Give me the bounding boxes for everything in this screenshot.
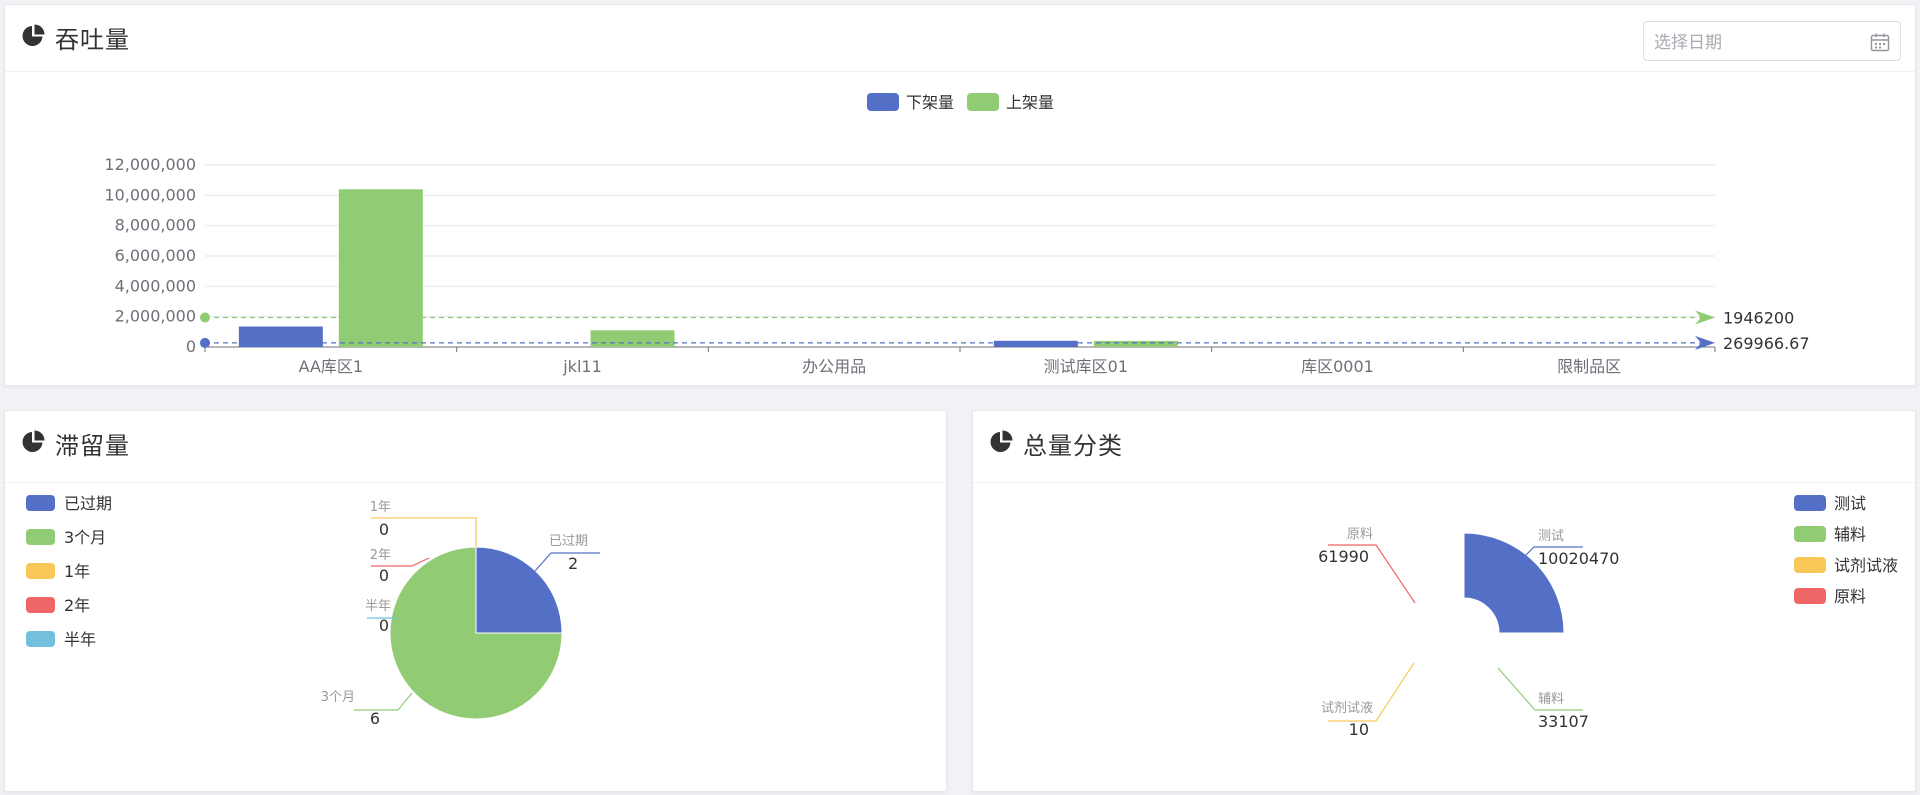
legend-swatch-试剂试液 — [1794, 557, 1826, 573]
legend-swatch-辅料 — [1794, 526, 1826, 542]
retention-pie-chart: 已过期3个月1年2年半年已过期23个月61年02年0半年0 — [26, 494, 600, 728]
slice-value-1年: 0 — [379, 520, 389, 539]
throughput-card: 吞吐量 下架量上架量02,000,0004,000,0006,000,0008,… — [4, 4, 1916, 386]
legend-label-原料: 原料 — [1834, 587, 1866, 606]
x-tick-label: AA库区1 — [299, 357, 364, 376]
markline-label-上架量: 1946200 — [1723, 308, 1794, 327]
slice-name-1年: 1年 — [370, 500, 391, 515]
slice-name-3个月: 3个月 — [321, 690, 355, 705]
slice-value-测试: 10020470 — [1538, 549, 1619, 568]
legend-swatch-原料 — [1794, 588, 1826, 604]
bar-上架量-jkl11 — [590, 330, 675, 347]
y-tick-label: 8,000,000 — [115, 216, 196, 235]
markline-arrow-下架量 — [1695, 335, 1715, 350]
y-tick-label: 0 — [186, 337, 196, 356]
x-tick-label: 限制品区 — [1557, 357, 1621, 376]
rose-slice-试剂试液 — [1428, 632, 1465, 669]
y-tick-label: 4,000,000 — [115, 276, 196, 295]
bar-下架量-测试库区01 — [993, 340, 1078, 347]
y-tick-label: 12,000,000 — [104, 155, 196, 174]
legend-label-下架量: 下架量 — [906, 93, 954, 112]
legend-label-已过期: 已过期 — [64, 494, 112, 513]
markline-label-下架量: 269966.67 — [1723, 334, 1810, 353]
slice-name-2年: 2年 — [370, 548, 391, 563]
retention-card: 滞留量 已过期 3个月 1年 2年 半年 已过期 2 3个月 6 1年 0 2年 0 半年 0 — [4, 410, 947, 792]
y-tick-label: 2,000,000 — [115, 307, 196, 326]
legend-label-半年: 半年 — [64, 630, 96, 649]
legend-label-1年: 1年 — [64, 562, 90, 581]
slice-name-测试: 测试 — [1538, 529, 1564, 544]
rose-slice-原料 — [1428, 597, 1465, 634]
total-rose-chart: 测试辅料试剂试液原料测试10020470辅料33107试剂试液10原料61990 — [1318, 494, 1898, 739]
legend-label-辅料: 辅料 — [1834, 525, 1866, 544]
throughput-bar-chart: 下架量 上架量 0 2,000,000 4,000,000 6,000,000 8,000,… — [104, 93, 1810, 376]
label-line-3个月 — [354, 692, 413, 711]
y-tick-label: 10,000,000 — [104, 185, 196, 204]
slice-value-3个月: 6 — [370, 709, 380, 728]
slice-name-已过期: 已过期 — [549, 534, 588, 549]
markline-arrow-上架量 — [1695, 310, 1715, 325]
legend-swatch-2年 — [26, 597, 55, 613]
bar-上架量-AA库区1 — [338, 189, 423, 347]
pie-slice-已过期 — [475, 546, 563, 634]
slice-name-辅料: 辅料 — [1538, 692, 1564, 707]
legend-label-试剂试液: 试剂试液 — [1834, 556, 1898, 575]
rose-slice-辅料 — [1463, 632, 1500, 669]
legend-swatch-已过期 — [26, 495, 55, 511]
x-tick-label: 库区0001 — [1301, 357, 1374, 376]
slice-value-半年: 0 — [379, 616, 389, 635]
bar-上架量-测试库区01 — [1093, 340, 1178, 347]
slice-name-半年: 半年 — [365, 599, 391, 614]
x-tick-label: 办公用品 — [802, 357, 866, 376]
slice-value-试剂试液: 10 — [1349, 720, 1369, 739]
legend-swatch-上架量 — [967, 93, 999, 111]
slice-value-辅料: 33107 — [1538, 712, 1589, 731]
legend-swatch-测试 — [1794, 495, 1826, 511]
legend-swatch-3个月 — [26, 529, 55, 545]
x-tick-label: jkl11 — [562, 357, 602, 376]
y-tick-label: 6,000,000 — [115, 246, 196, 265]
slice-value-已过期: 2 — [568, 554, 578, 573]
legend-label-2年: 2年 — [64, 596, 90, 615]
slice-value-原料: 61990 — [1318, 547, 1369, 566]
legend-label-3个月: 3个月 — [64, 528, 106, 547]
legend-label-上架量: 上架量 — [1006, 93, 1054, 112]
rose-slice-测试 — [1463, 532, 1565, 634]
slice-name-试剂试液: 试剂试液 — [1321, 701, 1373, 716]
slice-name-原料: 原料 — [1347, 527, 1373, 542]
slice-value-2年: 0 — [379, 566, 389, 585]
legend-swatch-下架量 — [867, 93, 899, 111]
legend-label-测试: 测试 — [1834, 494, 1866, 513]
total-card: 总量分类 测试 辅料 试剂试液 原料 测试 10020470 辅料 33107 试剂试液 10 原料… — [972, 410, 1916, 792]
x-tick-label: 测试库区01 — [1044, 357, 1128, 376]
bar-下架量-AA库区1 — [238, 326, 323, 347]
legend-swatch-半年 — [26, 631, 55, 647]
legend-swatch-1年 — [26, 563, 55, 579]
